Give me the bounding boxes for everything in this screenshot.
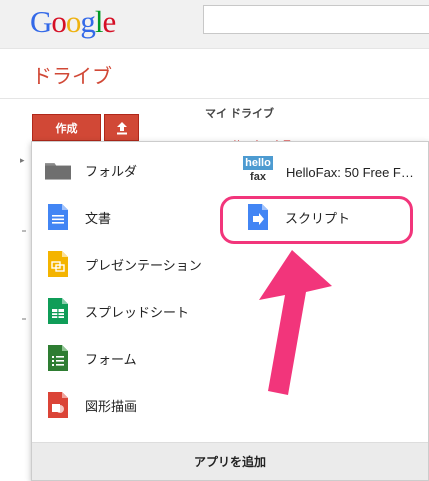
annotation-arrow (259, 250, 332, 395)
